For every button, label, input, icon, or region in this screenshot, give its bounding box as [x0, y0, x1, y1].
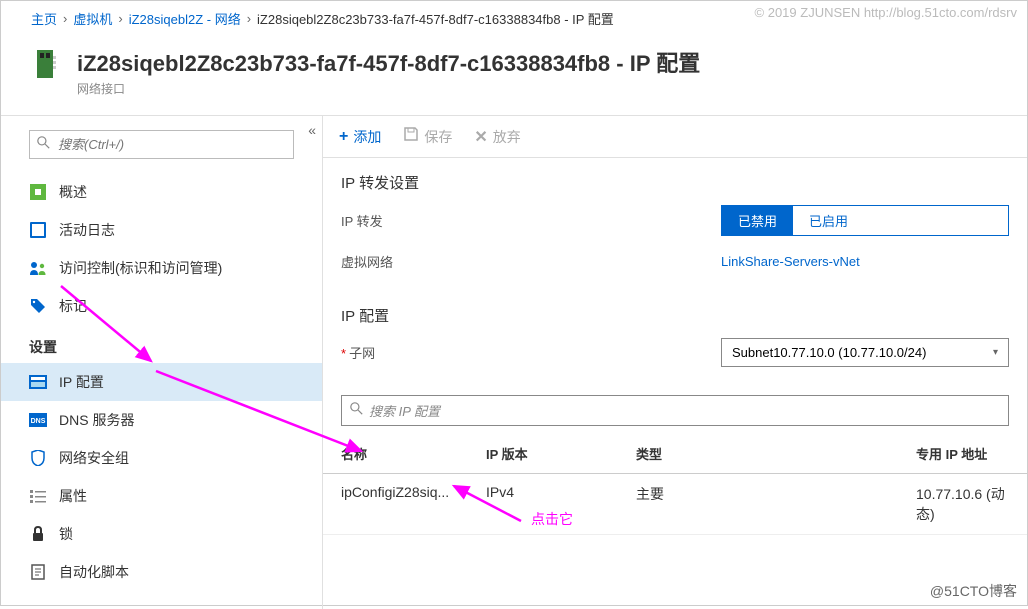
- sidebar-item-overview[interactable]: 概述: [1, 173, 322, 211]
- chevron-right-icon: ›: [63, 11, 67, 26]
- header-type: 类型: [636, 444, 916, 463]
- header-name: 名称: [341, 444, 486, 463]
- breadcrumb-network[interactable]: iZ28siqebl2Z - 网络: [129, 9, 241, 28]
- access-icon: [29, 259, 47, 277]
- vnet-label: 虚拟网络: [341, 252, 721, 271]
- subnet-dropdown[interactable]: Subnet10.77.10.0 (10.77.10.0/24) ▾: [721, 338, 1009, 367]
- search-icon: [350, 402, 363, 420]
- breadcrumb-vms[interactable]: 虚拟机: [73, 9, 112, 28]
- script-icon: [29, 563, 47, 581]
- toolbar: + 添加 保存 ✕ 放弃: [323, 116, 1027, 158]
- page-subtitle: 网络接口: [77, 80, 700, 97]
- sidebar-item-label: DNS 服务器: [59, 410, 134, 430]
- chevron-down-icon: ▾: [993, 347, 998, 358]
- forwarding-label: IP 转发: [341, 211, 721, 230]
- ipconfig-table: 名称 IP 版本 类型 专用 IP 地址 ipConfigiZ28siq... …: [323, 434, 1027, 535]
- overview-icon: [29, 183, 47, 201]
- search-placeholder: 搜索 IP 配置: [369, 401, 440, 420]
- breadcrumb-home[interactable]: 主页: [31, 9, 57, 28]
- annotation-label: 点击它: [531, 509, 573, 529]
- collapse-icon[interactable]: «: [308, 122, 316, 138]
- breadcrumb-current: iZ28siqebl2Z8c23b733-fa7f-457f-8df7-c163…: [257, 9, 614, 28]
- vnet-link[interactable]: LinkShare-Servers-vNet: [721, 254, 860, 269]
- svg-text:DNS: DNS: [31, 418, 46, 425]
- main-panel: + 添加 保存 ✕ 放弃 IP 转发设置 IP 转发 已禁用: [323, 116, 1027, 609]
- sidebar-item-nsg[interactable]: 网络安全组: [1, 439, 322, 477]
- sidebar-settings-header: 设置: [1, 325, 322, 363]
- subnet-label: *子网: [341, 343, 721, 362]
- shield-icon: [29, 449, 47, 467]
- page-title-block: iZ28siqebl2Z8c23b733-fa7f-457f-8df7-c163…: [1, 36, 1027, 115]
- sidebar-search-input[interactable]: [29, 130, 294, 159]
- lock-icon: [29, 525, 47, 543]
- page-title: iZ28siqebl2Z8c23b733-fa7f-457f-8df7-c163…: [77, 46, 700, 78]
- chevron-right-icon: ›: [247, 11, 251, 26]
- add-button[interactable]: + 添加: [339, 127, 381, 147]
- sidebar-item-label: 自动化脚本: [59, 562, 129, 582]
- sidebar-item-ip-config[interactable]: IP 配置: [1, 363, 322, 401]
- cell-type: 主要: [636, 484, 916, 524]
- watermark-text: © 2019 ZJUNSEN http://blog.51cto.com/rds…: [755, 5, 1017, 20]
- save-label: 保存: [424, 127, 452, 147]
- sidebar-item-automation[interactable]: 自动化脚本: [1, 553, 322, 591]
- save-button[interactable]: 保存: [403, 126, 452, 147]
- discard-button[interactable]: ✕ 放弃: [474, 127, 520, 147]
- log-icon: [29, 221, 47, 239]
- footer-watermark: @51CTO博客: [930, 581, 1017, 601]
- sidebar-item-label: 网络安全组: [59, 448, 129, 468]
- forwarding-toggle[interactable]: 已禁用 已启用: [721, 205, 1009, 236]
- toggle-disabled[interactable]: 已禁用: [722, 206, 793, 235]
- sidebar-item-label: IP 配置: [59, 372, 104, 392]
- subnet-value: Subnet10.77.10.0 (10.77.10.0/24): [732, 345, 926, 360]
- close-icon: ✕: [474, 127, 487, 147]
- sidebar-item-label: 锁: [59, 524, 73, 544]
- properties-icon: [29, 487, 47, 505]
- add-label: 添加: [353, 127, 381, 147]
- sidebar: « 概述 活动日志 访问控制(标识和访问管理) 标记: [1, 116, 323, 609]
- ipconfig-search[interactable]: 搜索 IP 配置: [341, 395, 1009, 426]
- tag-icon: [29, 297, 47, 315]
- discard-label: 放弃: [493, 127, 521, 147]
- sidebar-item-dns[interactable]: DNS DNS 服务器: [1, 401, 322, 439]
- sidebar-item-label: 活动日志: [59, 220, 115, 240]
- toggle-enabled[interactable]: 已启用: [793, 206, 864, 235]
- ipconfig-section-title: IP 配置: [341, 305, 1009, 326]
- table-header: 名称 IP 版本 类型 专用 IP 地址: [323, 434, 1027, 474]
- dns-icon: DNS: [29, 411, 47, 429]
- sidebar-item-access-control[interactable]: 访问控制(标识和访问管理): [1, 249, 322, 287]
- table-row[interactable]: ipConfigiZ28siq... IPv4 主要 10.77.10.6 (动…: [323, 474, 1027, 535]
- nic-icon: [31, 46, 67, 82]
- sidebar-item-label: 访问控制(标识和访问管理): [59, 258, 222, 278]
- ipconfig-icon: [29, 373, 47, 391]
- cell-name: ipConfigiZ28siq...: [341, 484, 486, 524]
- header-version: IP 版本: [486, 444, 636, 463]
- sidebar-item-properties[interactable]: 属性: [1, 477, 322, 515]
- sidebar-item-tags[interactable]: 标记: [1, 287, 322, 325]
- chevron-right-icon: ›: [118, 11, 122, 26]
- sidebar-item-label: 标记: [59, 296, 87, 316]
- sidebar-item-lock[interactable]: 锁: [1, 515, 322, 553]
- plus-icon: +: [339, 128, 348, 146]
- sidebar-item-label: 属性: [59, 486, 87, 506]
- cell-ip: 10.77.10.6 (动态): [916, 484, 1009, 524]
- forwarding-section-title: IP 转发设置: [341, 172, 1009, 193]
- sidebar-item-label: 概述: [59, 182, 87, 202]
- save-icon: [403, 126, 419, 147]
- search-icon: [37, 136, 50, 154]
- sidebar-item-activity-log[interactable]: 活动日志: [1, 211, 322, 249]
- header-ip: 专用 IP 地址: [916, 444, 1009, 463]
